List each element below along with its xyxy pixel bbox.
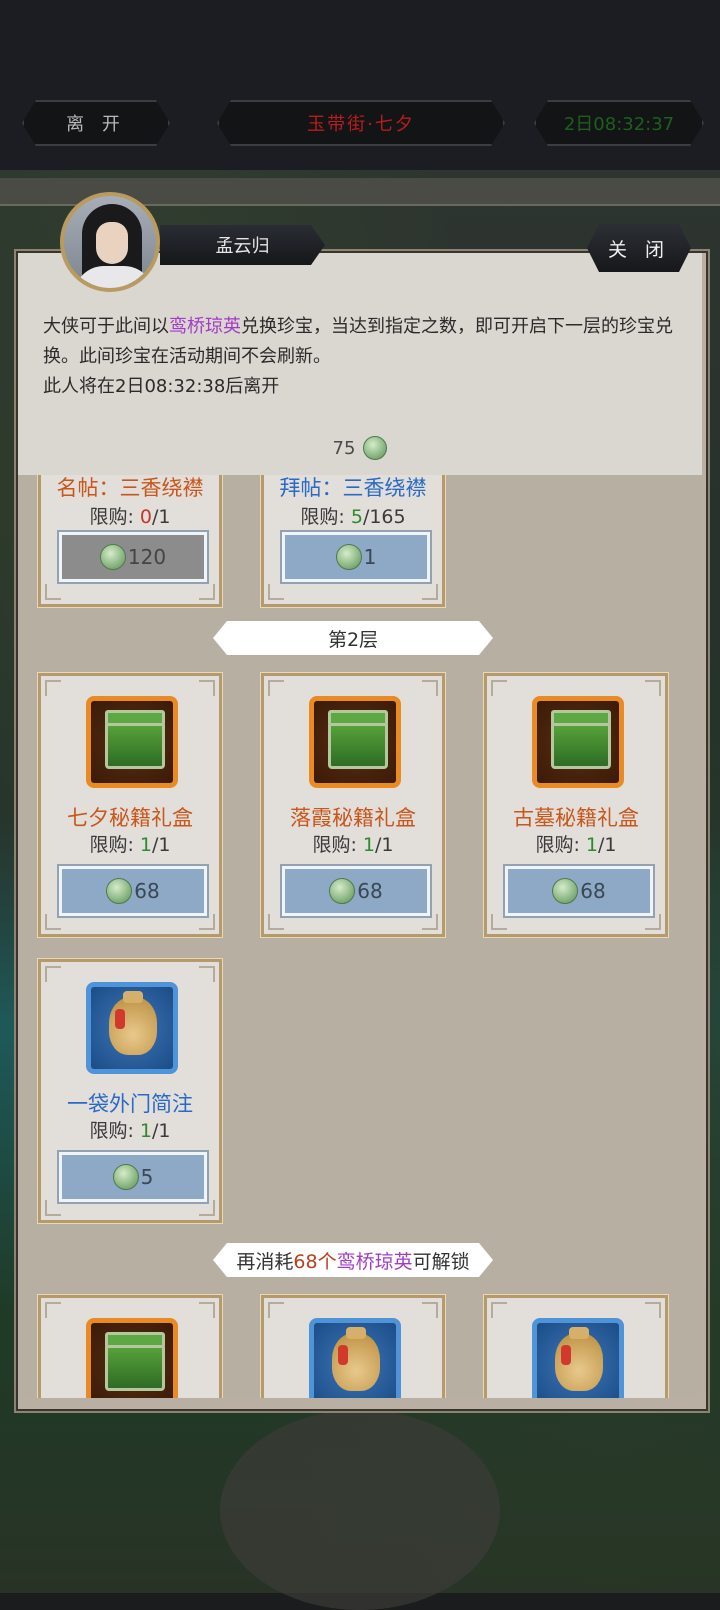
silk-bag-icon [532, 1318, 624, 1398]
top-bar: 离 开 玉带街·七夕 2日08:32:37 [0, 0, 720, 170]
item-name: 名帖：三香绕襟 [56, 476, 204, 500]
price-button[interactable]: 68 [57, 864, 209, 918]
npc-portrait-avatar [60, 192, 160, 292]
price-button[interactable]: 68 [280, 864, 432, 918]
shop-item-card[interactable]: 古墓秘籍礼盒 限购: 1/1 68 [483, 672, 669, 938]
shop-item-card[interactable]: 拜帖：三香绕襟 限购: 5/165 1 [260, 475, 446, 608]
green-chest-icon [309, 696, 401, 788]
desc-text-1: 大侠可于此间以 [43, 316, 169, 337]
price-button[interactable]: 68 [503, 864, 655, 918]
price-button[interactable]: 5 [57, 1150, 209, 1204]
jade-coin-icon [335, 544, 362, 570]
silk-bag-icon [309, 1318, 401, 1398]
shop-item-card[interactable]: 一袋外门简注 限购: 1/1 5 [37, 958, 223, 1224]
purchase-limit: 限购: 1/1 [89, 1120, 171, 1142]
locked-item-card [260, 1294, 446, 1398]
event-timer: 2日08:32:37 [534, 100, 704, 146]
shop-scroll-area[interactable]: 名帖：三香绕襟 限购: 0/1 120 拜帖：三香绕襟 限购: 5/165 1 … [18, 475, 702, 1398]
jade-coin-icon [363, 436, 388, 460]
courtyard-plaza [220, 1410, 500, 1610]
leave-button[interactable]: 离 开 [22, 100, 170, 146]
npc-name-plate: 孟云归 [160, 225, 325, 265]
location-title: 玉带街·七夕 [217, 100, 505, 146]
tier-2-banner: 第2层 [213, 621, 493, 655]
jade-coin-icon [112, 1164, 139, 1190]
purchase-limit: 限购: 1/1 [535, 834, 617, 856]
silk-bag-icon [86, 982, 178, 1074]
item-name: 一袋外门简注 [67, 1092, 193, 1116]
jade-coin-icon [99, 544, 126, 570]
price-button[interactable]: 1 [280, 530, 432, 584]
jade-coin-icon [552, 878, 579, 904]
item-name: 落霞秘籍礼盒 [290, 806, 416, 830]
green-chest-icon [86, 1318, 178, 1398]
purchase-limit: 限购: 0/1 [89, 506, 171, 528]
shop-item-card[interactable]: 落霞秘籍礼盒 限购: 1/1 68 [260, 672, 446, 938]
green-chest-icon [532, 696, 624, 788]
close-button[interactable]: 关 闭 [587, 224, 691, 272]
shop-item-card[interactable]: 七夕秘籍礼盒 限购: 1/1 68 [37, 672, 223, 938]
item-name: 七夕秘籍礼盒 [67, 806, 193, 830]
desc-currency-highlight: 鸾桥琼英 [169, 316, 241, 337]
purchase-limit: 限购: 1/1 [89, 834, 171, 856]
unlock-requirement-banner: 再消耗 68个 鸾桥琼英 可解锁 [213, 1243, 493, 1277]
locked-item-card [483, 1294, 669, 1398]
npc-leave-notice: 此人将在2日08:32:38后离开 [43, 376, 280, 397]
jade-coin-icon [106, 878, 133, 904]
item-name: 古墓秘籍礼盒 [513, 806, 639, 830]
green-chest-icon [86, 696, 178, 788]
price-button[interactable]: 120 [57, 530, 209, 584]
purchase-limit: 限购: 1/1 [312, 834, 394, 856]
currency-amount: 75 [332, 437, 356, 459]
purchase-limit: 限购: 5/165 [300, 506, 406, 528]
currency-balance: 75 [0, 436, 720, 460]
locked-item-card [37, 1294, 223, 1398]
jade-coin-icon [329, 878, 356, 904]
item-name: 拜帖：三香绕襟 [279, 476, 427, 500]
npc-description: 大侠可于此间以鸾桥琼英兑换珍宝，当达到指定之数，即可开启下一层的珍宝兑换。此间珍… [43, 312, 683, 402]
shop-item-card[interactable]: 名帖：三香绕襟 限购: 0/1 120 [37, 475, 223, 608]
